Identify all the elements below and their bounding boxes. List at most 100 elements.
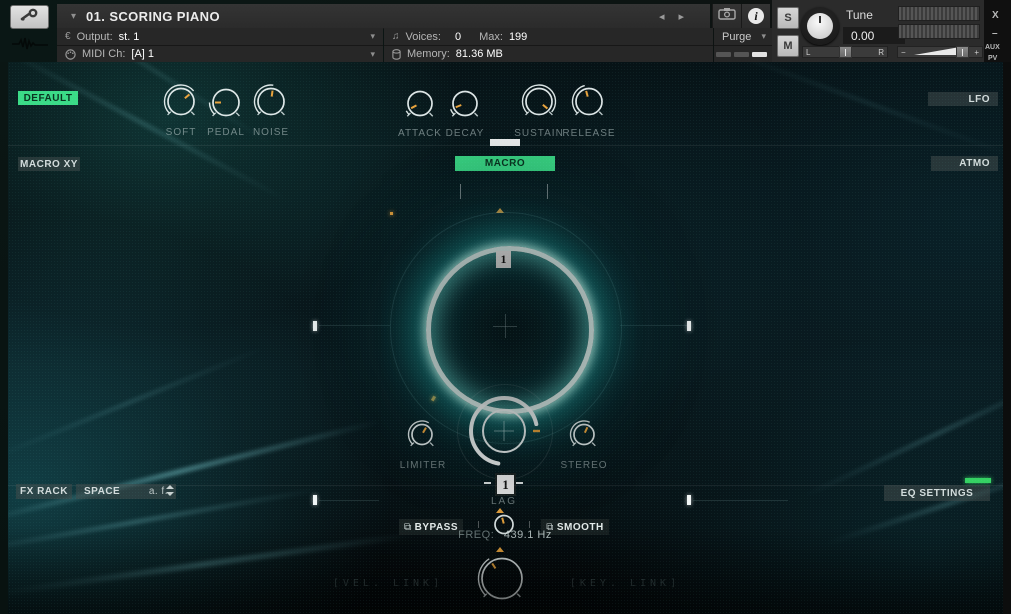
- minimize-icon[interactable]: –: [992, 28, 998, 39]
- pan-left-label: L: [806, 48, 810, 57]
- lfo-tab-button[interactable]: LFO: [928, 92, 998, 106]
- soft-knob[interactable]: [160, 81, 202, 128]
- purge-label: Purge: [722, 31, 751, 43]
- bottom-left-line: [319, 500, 379, 501]
- window-controls: X – AUX PV: [984, 0, 1011, 62]
- memory-value: 81.36 MB: [456, 48, 503, 60]
- limiter-knob-label: LIMITER: [378, 460, 468, 471]
- pan-handle[interactable]: [839, 46, 852, 58]
- bottom-right-line: [693, 500, 788, 501]
- tune-value: 0.00: [843, 27, 905, 44]
- macro-ring-value-tag: 1: [496, 251, 511, 268]
- macro-tab-button[interactable]: MACRO: [455, 156, 555, 171]
- sustain-knob[interactable]: [518, 81, 560, 128]
- edit-instrument-button[interactable]: [10, 5, 49, 29]
- vel-link-label[interactable]: [VEL. LINK]: [293, 578, 483, 589]
- voices-icon: ♫: [392, 31, 400, 42]
- lag-dash: [516, 482, 523, 484]
- noise-knob[interactable]: [250, 81, 292, 128]
- level-meter-left: [898, 6, 980, 21]
- pan-right-label: R: [878, 48, 884, 57]
- collapse-caret-icon[interactable]: ▾: [71, 11, 76, 22]
- xy-left-tick: [313, 321, 317, 331]
- space-stepper[interactable]: [166, 485, 174, 496]
- max-value: 199: [509, 31, 527, 43]
- stereo-knob-label: STEREO: [539, 460, 629, 471]
- xy-top-tick: [460, 184, 461, 199]
- wrench-icon: [20, 8, 40, 27]
- waveform-icon[interactable]: [8, 30, 52, 56]
- voices-readout: ♫ Voices: 0 Max: 199: [384, 28, 713, 46]
- purge-menu[interactable]: Purge ▾: [714, 28, 772, 46]
- memory-readout: Memory: 81.36 MB: [384, 46, 713, 63]
- freq-label: FREQ:: [458, 529, 494, 541]
- instrument-panel: DEFAULT SOFT PEDAL NOISE ATTACK DECAY SU…: [8, 62, 1003, 614]
- midi-icon: [65, 49, 76, 60]
- attack-knob[interactable]: [400, 84, 440, 129]
- purge-dropdown-icon[interactable]: ▾: [761, 31, 766, 42]
- spark: [390, 212, 393, 215]
- limiter-knob[interactable]: [404, 417, 440, 458]
- eq-active-led: [965, 478, 991, 483]
- aux-button[interactable]: AUX: [985, 44, 1000, 51]
- instrument-title: 01. SCORING PIANO: [86, 9, 220, 24]
- xy-right-line: [620, 325, 687, 326]
- midi-dropdown-icon[interactable]: ▾: [370, 49, 375, 60]
- solo-button[interactable]: S: [777, 7, 799, 29]
- atmo-tab-button[interactable]: ATMO: [931, 156, 998, 171]
- key-link-label[interactable]: [KEY. LINK]: [530, 578, 720, 589]
- noise-knob-label: NOISE: [226, 127, 316, 138]
- preset-default-button[interactable]: DEFAULT: [18, 91, 78, 105]
- pan-slider[interactable]: L R: [802, 46, 888, 58]
- decay-knob[interactable]: [445, 84, 485, 129]
- midi-channel-selector[interactable]: MIDI Ch: [A] 1 ▾: [57, 46, 383, 63]
- pedal-knob[interactable]: [205, 82, 247, 129]
- camera-icon: [718, 7, 736, 25]
- output-value: st. 1: [119, 31, 140, 43]
- step-up-icon[interactable]: [166, 485, 174, 489]
- snapshot-camera-button[interactable]: [712, 4, 741, 28]
- pv-button[interactable]: PV: [988, 55, 997, 62]
- macro-knob[interactable]: [462, 389, 546, 478]
- prev-instrument-icon[interactable]: ◂: [659, 11, 679, 23]
- kontakt-window: ▾ 01. SCORING PIANO ◂▸ i € Output: st. 1…: [0, 0, 1011, 614]
- volume-minus-label: −: [901, 48, 906, 57]
- rack-left-edge: [0, 62, 8, 614]
- tune-knob[interactable]: [801, 7, 839, 45]
- macro-xy-tab-button[interactable]: MACRO XY: [18, 157, 80, 171]
- space-selector[interactable]: SPACE a. f.: [76, 484, 176, 499]
- midi-label: MIDI Ch:: [82, 48, 125, 60]
- xy-left-line: [319, 325, 390, 326]
- tune-knob-cap: [807, 13, 833, 39]
- mute-button[interactable]: M: [777, 35, 799, 57]
- volume-handle[interactable]: [956, 46, 969, 58]
- next-instrument-icon[interactable]: ▸: [678, 11, 698, 23]
- freq-value: 439.1 Hz: [504, 529, 552, 541]
- eq-settings-tab-button[interactable]: EQ SETTINGS: [884, 485, 990, 501]
- output-label: Output:: [77, 31, 113, 43]
- freq-readout: FREQ: 439.1 Hz: [395, 529, 615, 541]
- lag-label: LAG: [459, 496, 549, 507]
- volume-slider[interactable]: − +: [897, 46, 983, 58]
- close-icon[interactable]: X: [992, 10, 999, 21]
- midi-value: [A] 1: [131, 48, 154, 60]
- voices-value: 0: [455, 31, 461, 43]
- step-down-icon[interactable]: [166, 492, 174, 496]
- info-icon: i: [748, 8, 764, 24]
- output-selector[interactable]: € Output: st. 1 ▾: [57, 28, 383, 46]
- purge-bar: [734, 52, 749, 57]
- memory-icon: [392, 49, 401, 60]
- volume-plus-label: +: [974, 48, 979, 57]
- lag-dash: [484, 482, 491, 484]
- release-knob[interactable]: [568, 81, 610, 128]
- output-dropdown-icon[interactable]: ▾: [370, 31, 375, 42]
- fx-rack-tab-button[interactable]: FX RACK: [16, 484, 72, 499]
- lag-knob-tick: [478, 521, 479, 528]
- stereo-knob[interactable]: [566, 417, 602, 458]
- rack-right-edge: [1003, 62, 1011, 614]
- xy-top-tick: [547, 184, 548, 199]
- tune-label: Tune: [846, 8, 873, 22]
- instrument-titlebar[interactable]: ▾ 01. SCORING PIANO ◂▸: [57, 4, 710, 29]
- instrument-nav-arrows[interactable]: ◂▸: [659, 10, 698, 23]
- info-button[interactable]: i: [741, 4, 770, 28]
